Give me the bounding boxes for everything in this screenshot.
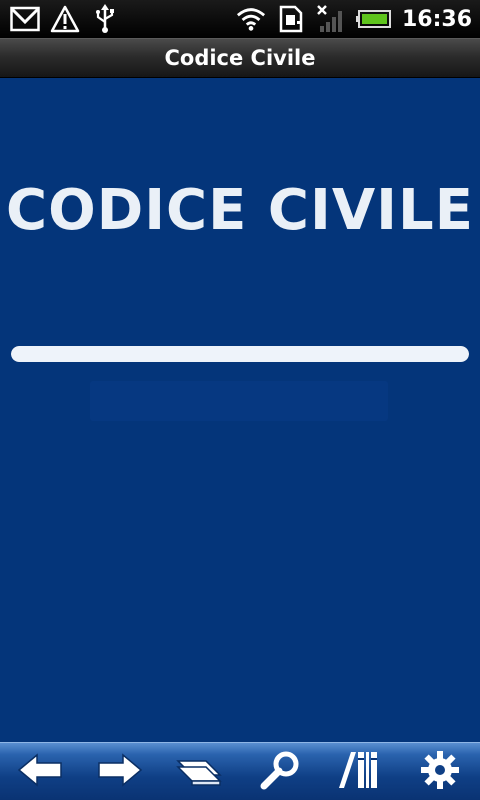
gmail-icon	[10, 4, 40, 34]
library-icon	[337, 750, 383, 794]
title-bar: Codice Civile	[0, 38, 480, 78]
loading-progress-fill	[11, 346, 469, 362]
status-time: 16:36	[401, 6, 472, 32]
status-bar: 16:36	[0, 0, 480, 38]
gear-icon	[419, 749, 461, 795]
bottom-toolbar	[0, 742, 480, 800]
settings-button[interactable]	[410, 744, 470, 800]
splash-heading: CODICE CIVILE	[6, 178, 474, 243]
usb-icon	[90, 4, 120, 34]
app-title: Codice Civile	[164, 46, 316, 70]
bookmarks-button[interactable]	[170, 744, 230, 800]
signal-icon	[316, 4, 346, 34]
search-icon	[258, 750, 302, 794]
warning-icon	[50, 4, 80, 34]
forward-button[interactable]	[90, 744, 150, 800]
battery-icon	[355, 4, 392, 34]
book-stack-icon	[176, 753, 224, 791]
arrow-left-icon	[17, 752, 63, 791]
library-button[interactable]	[330, 744, 390, 800]
status-bar-left	[10, 4, 120, 34]
wifi-icon	[236, 4, 266, 34]
loading-status-box	[90, 381, 388, 421]
splash-screen: CODICE CIVILE	[0, 78, 480, 742]
back-button[interactable]	[10, 744, 70, 800]
loading-progress-bar	[11, 346, 469, 362]
arrow-right-icon	[97, 752, 143, 791]
sim-icon	[276, 4, 306, 34]
search-button[interactable]	[250, 744, 310, 800]
status-bar-right: 16:36	[236, 4, 472, 34]
